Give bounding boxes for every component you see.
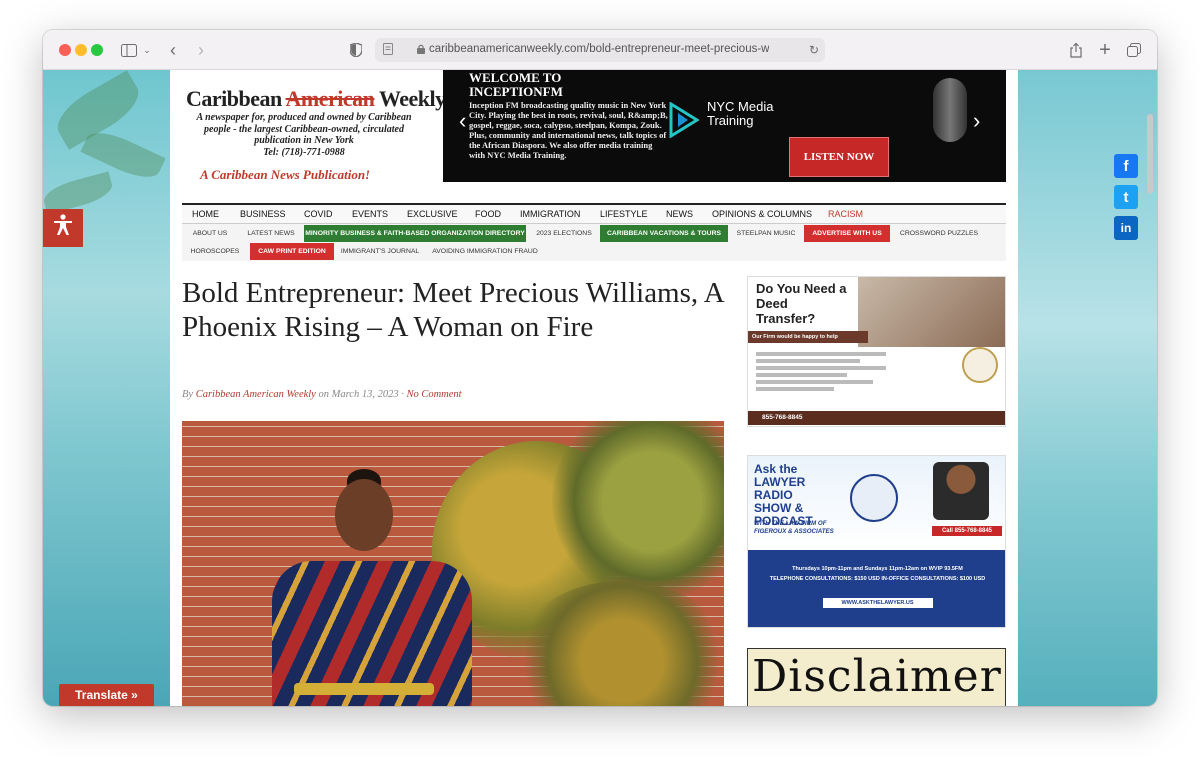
nav-item-immigration[interactable]: IMMIGRATION <box>520 209 580 219</box>
nav-item-exclusive[interactable]: EXCLUSIVE <box>407 209 458 219</box>
subnav-about-us[interactable]: ABOUT US <box>182 225 238 242</box>
logo-subtitle-text: A newspaper for, produced and owned by C… <box>196 112 412 146</box>
ad2-subheading: WITH THE LAW FIRM OF FIGEROUX & ASSOCIAT… <box>754 520 834 535</box>
address-bar[interactable]: caribbeanamericanweekly.com/bold-entrepr… <box>375 38 825 62</box>
nyc-media-logo-icon <box>669 101 700 139</box>
sidebar-toggle-icon[interactable] <box>119 39 139 61</box>
ad1-strip: Our Firm would be happy to help <box>748 331 868 343</box>
url-text: caribbeanamericanweekly.com/bold-entrepr… <box>429 43 769 55</box>
subnav-2023-elections[interactable]: 2023 ELECTIONS <box>532 225 596 242</box>
ad1-fine-print <box>756 349 886 394</box>
nav-item-business[interactable]: BUSINESS <box>240 209 286 219</box>
close-window-button[interactable] <box>59 44 71 56</box>
article-featured-image[interactable] <box>182 421 724 706</box>
nav-item-lifestyle[interactable]: LIFESTYLE <box>600 209 648 219</box>
site-logo[interactable]: Caribbean American Weekly <box>186 86 446 112</box>
secondary-nav: ABOUT US LATEST NEWS MINORITY BUSINESS &… <box>182 224 1006 261</box>
deed-transfer-ad[interactable]: Do You Need a Deed Transfer? Our Firm wo… <box>747 276 1006 427</box>
listen-now-button[interactable]: LISTEN NOW <box>789 137 889 177</box>
subnav-advertise-with-us[interactable]: ADVERTISE WITH US <box>804 225 890 242</box>
shield-icon[interactable] <box>348 39 364 61</box>
subnav-avoiding-immigration-fraud[interactable]: AVOIDING IMMIGRATION FRAUD <box>428 243 542 260</box>
linkedin-share-icon[interactable]: in <box>1114 216 1138 240</box>
ad1-heading: Do You Need a Deed Transfer? <box>756 281 847 326</box>
forward-icon[interactable]: › <box>193 39 209 61</box>
main-nav: HOME BUSINESS COVID EVENTS EXCLUSIVE FOO… <box>182 203 1006 224</box>
ad1-signing-photo <box>858 277 1005 347</box>
logo-phone: Tel: (718)-771-0988 <box>263 146 345 158</box>
ask-the-lawyer-ad[interactable]: Ask the LAWYER RADIO SHOW & PODCAST WITH… <box>747 455 1006 628</box>
banner-brand: NYC Media Training <box>707 99 774 128</box>
nav-item-racism[interactable]: RACISM <box>828 209 863 219</box>
subnav-crossword-puzzles[interactable]: CROSSWORD PUZZLES <box>896 225 982 242</box>
back-icon[interactable]: ‹ <box>165 39 181 61</box>
nav-item-opinions-columns[interactable]: OPINIONS & COLUMNS <box>712 209 812 219</box>
facebook-share-icon[interactable]: f <box>1114 154 1138 178</box>
logo-title-american: American <box>285 86 375 111</box>
law-firm-seal-icon <box>850 474 898 522</box>
person-face <box>335 479 393 551</box>
ad2-schedule-text: Thursdays 10pm-11pm and Sundays 11pm-12a… <box>792 566 963 572</box>
gold-belt <box>294 683 434 695</box>
ad2-site-text[interactable]: WWW.ASKTHELAWYER.US <box>822 598 933 608</box>
logo-title-suffix: Weekly <box>374 86 446 111</box>
banner-heading: WELCOME TO INCEPTIONFM <box>469 70 563 99</box>
ad2-consult-text: TELEPHONE CONSULTATIONS: $150 USD IN-OFF… <box>769 576 986 582</box>
ad1-phone[interactable]: 855-768-8845 <box>748 411 1005 425</box>
logo-subtitle: A newspaper for, produced and owned by C… <box>184 112 424 158</box>
page-container: Caribbean American Weekly A newspaper fo… <box>170 70 1018 706</box>
inceptionfm-banner-ad[interactable]: WELCOME TO INCEPTIONFM Inception FM broa… <box>443 70 1006 182</box>
nav-item-food[interactable]: FOOD <box>475 209 501 219</box>
author-link[interactable]: Caribbean American Weekly <box>196 389 316 400</box>
nav-item-events[interactable]: EVENTS <box>352 209 388 219</box>
browser-toolbar: ⌄ ‹ › caribbeanamericanweekly.com/bold-e… <box>43 30 1157 70</box>
logo-title-prefix: Caribbean <box>186 86 286 111</box>
reload-icon[interactable]: ↻ <box>807 39 821 61</box>
disclaimer-ad[interactable]: Disclaimer <box>747 648 1006 706</box>
page-icon <box>381 41 395 57</box>
ad2-call-button[interactable]: Call 855-768-8845 <box>932 526 1002 536</box>
lawyer-photo <box>933 462 989 520</box>
zoom-window-button[interactable] <box>91 44 103 56</box>
comments-link[interactable]: No Comment <box>406 389 461 400</box>
banner-body: Inception FM broadcasting quality music … <box>469 100 668 160</box>
banner-next-arrow-icon[interactable]: › <box>973 108 980 134</box>
subnav-caribbean-vacations[interactable]: CARIBBEAN VACATIONS & TOURS <box>600 225 728 242</box>
subnav-horoscopes[interactable]: HOROSCOPES <box>182 243 248 260</box>
nav-item-covid[interactable]: COVID <box>304 209 333 219</box>
article-byline: By Caribbean American Weekly on March 13… <box>182 389 462 400</box>
ad2-schedule: Thursdays 10pm-11pm and Sundays 11pm-12a… <box>748 564 1005 608</box>
nav-item-home[interactable]: HOME <box>192 209 219 219</box>
logo-tagline: A Caribbean News Publication! <box>200 167 371 182</box>
background-left <box>43 70 170 706</box>
subnav-caw-print-edition[interactable]: CAW PRINT EDITION <box>250 243 334 260</box>
minimize-window-button[interactable] <box>75 44 87 56</box>
byline-prefix: By <box>182 389 196 400</box>
share-icon[interactable] <box>1067 39 1085 61</box>
twitter-share-icon[interactable]: t <box>1114 185 1138 209</box>
chevron-down-icon[interactable]: ⌄ <box>142 39 152 61</box>
subnav-immigrants-journal[interactable]: IMMIGRANT'S JOURNAL <box>338 243 422 260</box>
tab-overview-icon[interactable] <box>1125 39 1143 61</box>
browser-window: ⌄ ‹ › caribbeanamericanweekly.com/bold-e… <box>43 30 1157 706</box>
translate-button[interactable]: Translate » <box>59 684 154 706</box>
microphone-image <box>933 78 967 142</box>
accessibility-icon <box>53 214 73 242</box>
law-firm-seal-icon <box>962 347 998 383</box>
new-tab-icon[interactable]: + <box>1096 39 1114 61</box>
web-content: Caribbean American Weekly A newspaper fo… <box>43 70 1157 706</box>
subnav-minority-business-directory[interactable]: MINORITY BUSINESS & FAITH-BASED ORGANIZA… <box>304 225 526 242</box>
subnav-latest-news[interactable]: LATEST NEWS <box>240 225 302 242</box>
banner-prev-arrow-icon[interactable]: ‹ <box>459 108 466 134</box>
disclaimer-text: Disclaimer <box>752 651 1002 702</box>
ad2-heading: Ask the LAWYER RADIO SHOW & PODCAST <box>754 462 813 528</box>
scrollbar-thumb[interactable] <box>1147 114 1153 194</box>
subnav-steelpan-music[interactable]: STEELPAN MUSIC <box>732 225 800 242</box>
lock-icon <box>416 41 426 57</box>
accessibility-button[interactable] <box>43 209 83 247</box>
article-title: Bold Entrepreneur: Meet Precious William… <box>182 277 724 343</box>
nav-item-news[interactable]: NEWS <box>666 209 693 219</box>
article-date: on March 13, 2023 · <box>315 389 407 400</box>
